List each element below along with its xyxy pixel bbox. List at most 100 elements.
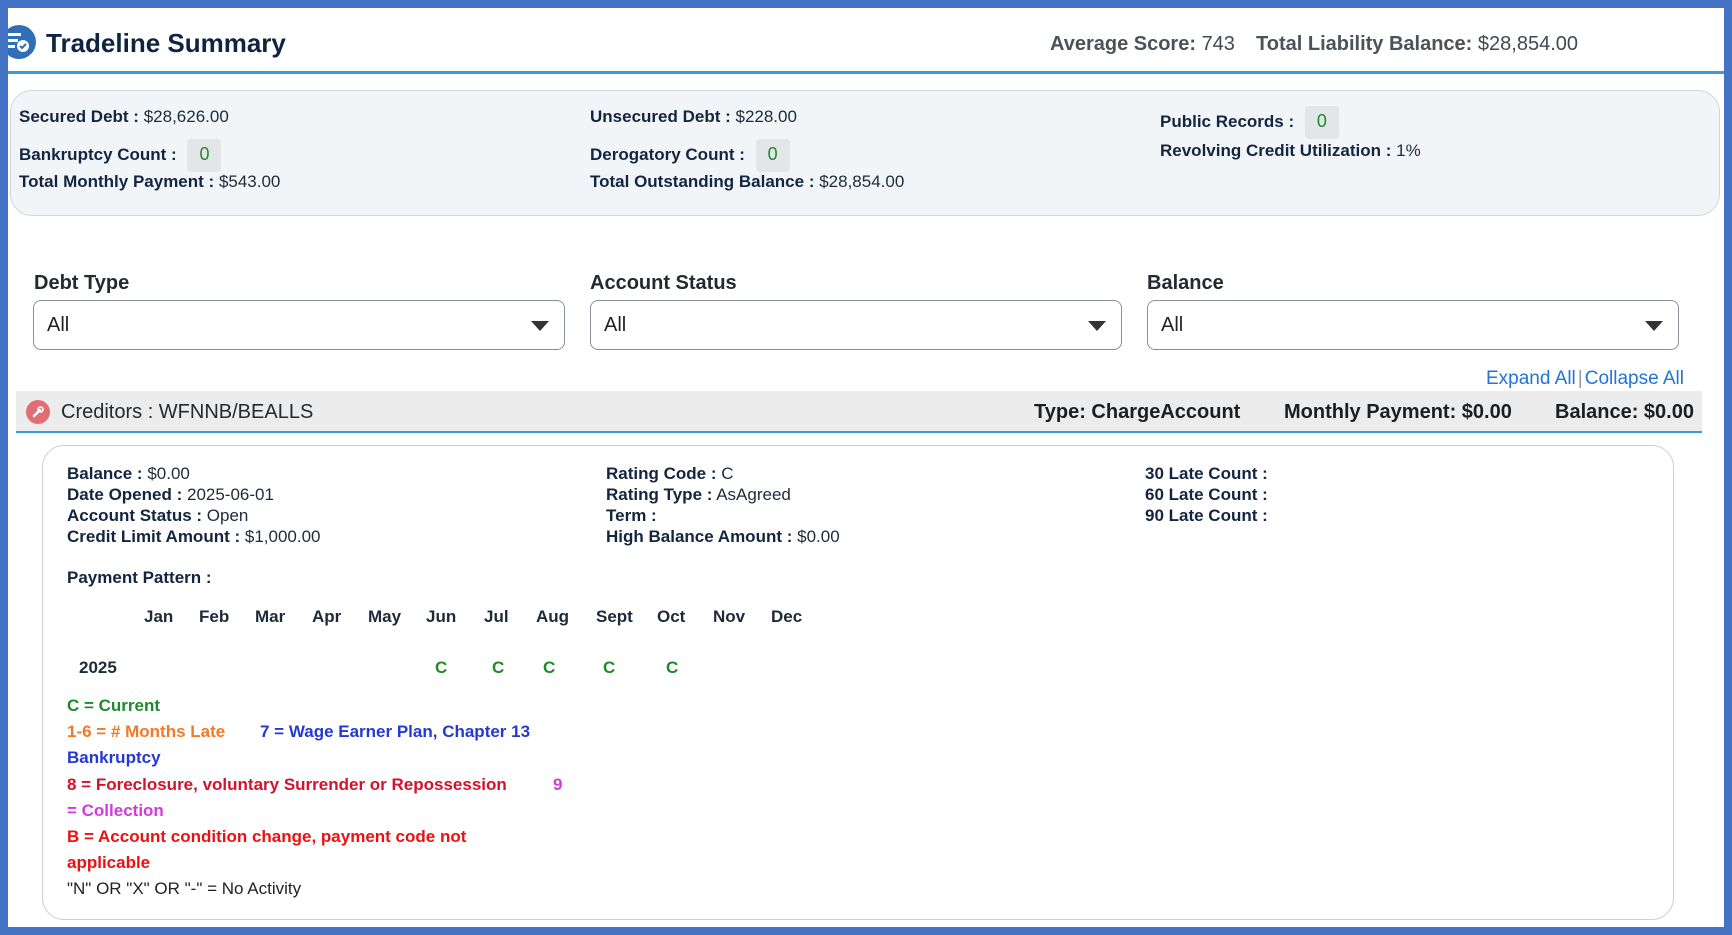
- detail-90-late-count: 90 Late Count :: [1145, 505, 1268, 526]
- detail-rating-code-label: Rating Code :: [606, 464, 717, 483]
- total-monthly-payment-value: $543.00: [218, 172, 281, 191]
- detail-60-late-count: 60 Late Count :: [1145, 484, 1268, 505]
- month-header: Oct: [657, 607, 686, 626]
- detail-rating-code: Rating Code : C: [606, 463, 734, 484]
- total-liability-label: Total Liability Balance:: [1256, 33, 1473, 55]
- debt-type-select[interactable]: All: [33, 300, 565, 350]
- unsecured-debt-value: $228.00: [735, 107, 797, 126]
- detail-30-late-label: 30 Late Count :: [1145, 464, 1268, 483]
- account-status-label: Account Status: [590, 272, 737, 294]
- expand-all-link[interactable]: Expand All: [1486, 368, 1576, 389]
- unsecured-debt: Unsecured Debt : $228.00: [590, 107, 797, 127]
- pattern-year: 2025: [79, 658, 117, 677]
- legend-wage-earner-cont: Bankruptcy: [67, 748, 161, 767]
- detail-rating-code-value: C: [721, 464, 734, 483]
- detail-credit-limit-value: $1,000.00: [244, 527, 321, 546]
- debt-type-value: All: [47, 314, 70, 336]
- legend-current: C = Current: [67, 696, 161, 715]
- detail-term: Term :: [606, 505, 657, 526]
- detail-date-opened: Date Opened : 2025-06-01: [67, 484, 274, 505]
- legend-wage-earner: 7 = Wage Earner Plan, Chapter 13: [260, 722, 531, 741]
- detail-rating-type: Rating Type : AsAgreed: [606, 484, 791, 505]
- month-header: May: [368, 607, 402, 626]
- revolving-credit-utilization: Revolving Credit Utilization : 1%: [1160, 141, 1421, 161]
- collapse-all-link[interactable]: Collapse All: [1585, 368, 1684, 389]
- tradeline-logo-icon: [8, 25, 36, 59]
- total-outstanding-balance: Total Outstanding Balance : $28,854.00: [590, 172, 904, 192]
- month-header: Apr: [312, 607, 342, 626]
- pattern-code: C: [666, 658, 679, 677]
- bankruptcy-count: Bankruptcy Count : 0: [19, 139, 222, 172]
- month-header: Jul: [484, 607, 509, 626]
- detail-90-late-label: 90 Late Count :: [1145, 506, 1268, 525]
- detail-high-balance-label: High Balance Amount :: [606, 527, 793, 546]
- total-outstanding-value: $28,854.00: [819, 172, 905, 191]
- month-header: Aug: [536, 607, 570, 626]
- detail-rating-type-value: AsAgreed: [716, 485, 791, 504]
- month-header: Sept: [596, 607, 633, 626]
- derogatory-count-label: Derogatory Count :: [590, 145, 745, 164]
- unsecured-debt-label: Unsecured Debt :: [590, 107, 731, 126]
- total-liability-balance: Total Liability Balance: $28,854.00: [1256, 33, 1578, 56]
- bankruptcy-count-label: Bankruptcy Count :: [19, 145, 177, 164]
- pattern-code: C: [543, 658, 556, 677]
- public-records: Public Records : 0: [1160, 106, 1339, 139]
- detail-account-status-value: Open: [206, 506, 249, 525]
- balance-value: All: [1161, 314, 1184, 336]
- pattern-code: C: [492, 658, 505, 677]
- balance-select[interactable]: All: [1147, 300, 1679, 350]
- detail-60-late-label: 60 Late Count :: [1145, 485, 1268, 504]
- detail-high-balance-value: $0.00: [797, 527, 840, 546]
- detail-30-late-count: 30 Late Count :: [1145, 463, 1268, 484]
- pattern-code: C: [435, 658, 448, 677]
- month-header: Jan: [144, 607, 174, 626]
- summary-panel: Secured Debt : $28,626.00 Bankruptcy Cou…: [10, 90, 1720, 216]
- creditor-balance: Balance: $0.00: [1555, 401, 1694, 423]
- public-records-label: Public Records :: [1160, 112, 1295, 131]
- creditor-type: Type: ChargeAccount: [1034, 401, 1241, 423]
- month-header: Dec: [771, 607, 803, 626]
- total-outstanding-label: Total Outstanding Balance :: [590, 172, 815, 191]
- month-header: Jun: [426, 607, 457, 626]
- month-header: Nov: [713, 607, 746, 626]
- month-header: Feb: [199, 607, 230, 626]
- creditor-row[interactable]: Creditors : WFNNB/BEALLS Type: ChargeAcc…: [16, 391, 1702, 433]
- creditor-monthly-payment: Monthly Payment: $0.00: [1284, 401, 1512, 423]
- average-score-value: 743: [1201, 33, 1235, 55]
- payment-pattern-label: Payment Pattern :: [67, 568, 212, 587]
- legend-collection-cont: = Collection: [67, 801, 164, 820]
- legend-foreclosure: 8 = Foreclosure, voluntary Surrender or …: [67, 775, 507, 794]
- legend-condition-change-cont: applicable: [67, 853, 151, 872]
- account-status-select[interactable]: All: [590, 300, 1122, 350]
- month-header: Mar: [255, 607, 286, 626]
- detail-date-opened-value: 2025-06-01: [186, 485, 274, 504]
- legend-no-activity: "N" OR "X" OR "-" = No Activity: [67, 879, 302, 898]
- page-title: Tradeline Summary: [46, 28, 286, 58]
- expand-collapse-links: Expand All | Collapse All: [1486, 368, 1684, 390]
- public-records-badge: 0: [1304, 106, 1339, 139]
- debt-type-label: Debt Type: [34, 272, 130, 294]
- total-liability-value: $28,854.00: [1477, 33, 1579, 55]
- legend-condition-change: B = Account condition change, payment co…: [67, 827, 467, 846]
- creditor-details-card: Balance : $0.00 Date Opened : 2025-06-01…: [42, 445, 1674, 920]
- detail-balance: Balance : $0.00: [67, 463, 190, 484]
- secured-debt-label: Secured Debt :: [19, 107, 139, 126]
- page-header: Tradeline Summary Average Score: 743 Tot…: [8, 8, 1724, 74]
- link-separator: |: [1577, 368, 1583, 389]
- creditor-icon: [26, 400, 50, 424]
- detail-balance-value: $0.00: [147, 464, 190, 483]
- legend-months-late: 1-6 = # Months Late: [67, 722, 226, 741]
- derogatory-count: Derogatory Count : 0: [590, 139, 790, 172]
- total-monthly-payment: Total Monthly Payment : $543.00: [19, 172, 280, 192]
- secured-debt-value: $28,626.00: [143, 107, 229, 126]
- detail-rating-type-label: Rating Type :: [606, 485, 713, 504]
- app-frame: Tradeline Summary Average Score: 743 Tot…: [0, 0, 1732, 935]
- pattern-code: C: [603, 658, 616, 677]
- detail-account-status-label: Account Status :: [67, 506, 203, 525]
- detail-high-balance: High Balance Amount : $0.00: [606, 526, 840, 547]
- average-score: Average Score: 743: [1050, 33, 1235, 56]
- revolving-credit-value: 1%: [1396, 141, 1421, 160]
- chevron-down-icon: [1645, 321, 1663, 331]
- detail-term-label: Term :: [606, 506, 657, 525]
- balance-label: Balance: [1147, 272, 1224, 294]
